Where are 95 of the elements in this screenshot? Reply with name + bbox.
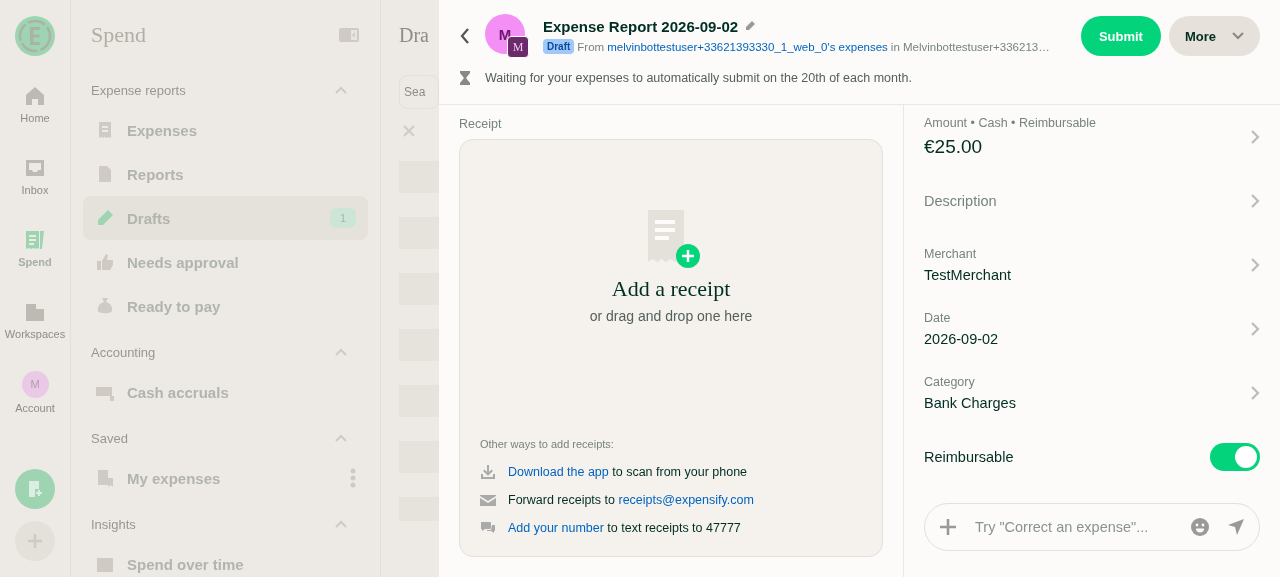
rail-label: Inbox [21, 184, 49, 196]
sidebar-label: Expenses [127, 121, 199, 139]
receipt-dropzone[interactable]: Add a receipt or drag and drop one here Other ways to add receipts: Download the app to scan from your phone Forward receipts to receipts@expensify.com Add your number to text receipts to 47777 [459, 139, 883, 557]
thumb-icon [95, 252, 115, 272]
field-row[interactable]: Category Bank Charges [924, 361, 1260, 425]
rail-tab[interactable]: Home [20, 68, 50, 140]
owner-link[interactable]: melvinbottestuser+33621393330_1_web_0's expenses [607, 40, 888, 53]
close-icon[interactable] [403, 125, 415, 137]
moneybag-icon [95, 296, 115, 316]
chevron-right-icon [1250, 193, 1260, 209]
way-text: Add your number to text receipts to 47777 [508, 521, 741, 535]
chevron-right-icon [1250, 385, 1260, 401]
chevron-right-icon [1250, 257, 1260, 273]
text-link[interactable]: receipts@expensify.com [618, 493, 754, 507]
field-label: Amount • Cash • Reimbursable [924, 116, 1097, 130]
field-label: Description [924, 193, 997, 209]
sidebar-label: Reports [127, 165, 185, 183]
add-receipt-heading: Add a receipt [611, 276, 731, 302]
receipt-icon [23, 228, 47, 252]
chevron-icon[interactable] [334, 433, 348, 443]
rail-label: Workspaces [4, 328, 66, 340]
sidebar-label: My expenses [127, 469, 222, 487]
field-label: Category [924, 375, 976, 389]
rail-label: Home [20, 112, 50, 124]
field-value: €25.00 [924, 136, 984, 158]
sidebar-label: Spend over time [127, 555, 245, 573]
emoji-icon[interactable] [1191, 518, 1209, 536]
rail-tab[interactable]: Spend [18, 212, 52, 284]
chevron-right-icon [1250, 321, 1260, 337]
add-button[interactable] [15, 521, 55, 561]
sidebar-title: Spend [91, 22, 146, 48]
section-heading: Saved [91, 430, 128, 446]
envelope-icon [480, 492, 496, 508]
back-icon[interactable] [459, 27, 471, 45]
rail-tab[interactable]: Inbox [21, 140, 49, 212]
more-button[interactable]: More [1168, 16, 1260, 56]
submit-button[interactable]: Submit [1080, 16, 1161, 56]
rail-label: Account [15, 401, 55, 414]
way-text: Download the app to scan from your phone [508, 465, 748, 479]
receipt-plus-icon [26, 480, 44, 498]
text-link[interactable]: Add your number [508, 521, 604, 535]
workspace-text: in Melvinbottestuser+336213… [890, 40, 1050, 53]
field-value: 2026-09-02 [924, 331, 999, 347]
field-value: TestMerchant [924, 267, 1012, 283]
field-row[interactable]: Date 2026-09-02 [924, 297, 1260, 361]
from-text: From [577, 40, 605, 53]
sidebar-label: Cash accruals [127, 383, 230, 401]
field-row[interactable]: Description [924, 169, 1260, 233]
collapse-sidebar-icon[interactable] [338, 27, 360, 43]
section-heading: Accounting [91, 344, 156, 360]
sidebar-item[interactable]: Reports [83, 152, 368, 196]
field-value: Bank Charges [924, 395, 1016, 411]
page-title: Dra [399, 24, 430, 47]
home-icon [23, 84, 47, 108]
reimbursable-toggle[interactable] [1210, 443, 1260, 471]
notice-text: Waiting for your expenses to automatically submit on the 20th of each month. [485, 71, 912, 85]
download-icon [480, 464, 496, 480]
field-row[interactable]: Merchant TestMerchant [924, 233, 1260, 297]
field-row[interactable]: Amount • Cash • Reimbursable €25.00 [924, 105, 1260, 169]
drag-drop-text: or drag and drop one here [589, 308, 753, 324]
field-label: Merchant [924, 247, 978, 261]
other-ways-heading: Other ways to add receipts: [480, 438, 615, 450]
hourglass-icon [459, 70, 471, 86]
sidebar-item[interactable]: Spend over time [83, 542, 368, 577]
pencil-icon[interactable] [744, 21, 756, 32]
report-title: Expense Report 2026-09-02 [543, 18, 739, 35]
sidebar-item[interactable]: My expenses [83, 456, 368, 500]
status-badge: Draft [543, 39, 575, 54]
chat-bubbles-icon [480, 520, 496, 536]
sidebar-item[interactable]: Expenses [83, 108, 368, 152]
sidebar-label: Ready to pay [127, 297, 222, 315]
plus-icon[interactable] [939, 518, 957, 536]
field-label: Date [924, 311, 952, 325]
new-expense-button[interactable] [15, 469, 55, 509]
pencil-icon [95, 208, 115, 228]
sidebar-label: Needs approval [127, 253, 240, 271]
more-options-icon[interactable] [350, 468, 356, 488]
chevron-icon[interactable] [334, 519, 348, 529]
chevron-icon[interactable] [334, 85, 348, 95]
sidebar-item[interactable]: Cash accruals [83, 370, 368, 414]
rail-tab[interactable]: Workspaces [4, 284, 66, 356]
chevron-icon[interactable] [334, 347, 348, 357]
sidebar-item[interactable]: Ready to pay [83, 284, 368, 328]
section-heading: Insights [91, 516, 136, 532]
way-text: Forward receipts to receipts@expensify.com [508, 493, 754, 507]
receipt-label: Receipt [459, 117, 503, 131]
field-label: Reimbursable [924, 449, 1014, 465]
text-link[interactable]: Download the app [508, 465, 609, 479]
section-heading: Expense reports [91, 82, 186, 98]
sidebar-item[interactable]: Needs approval [83, 240, 368, 284]
caret-icon [1232, 32, 1244, 40]
rail-label: Spend [18, 256, 52, 268]
send-icon[interactable] [1227, 518, 1245, 536]
logo-icon[interactable] [15, 16, 55, 56]
chevron-right-icon [1250, 129, 1260, 145]
